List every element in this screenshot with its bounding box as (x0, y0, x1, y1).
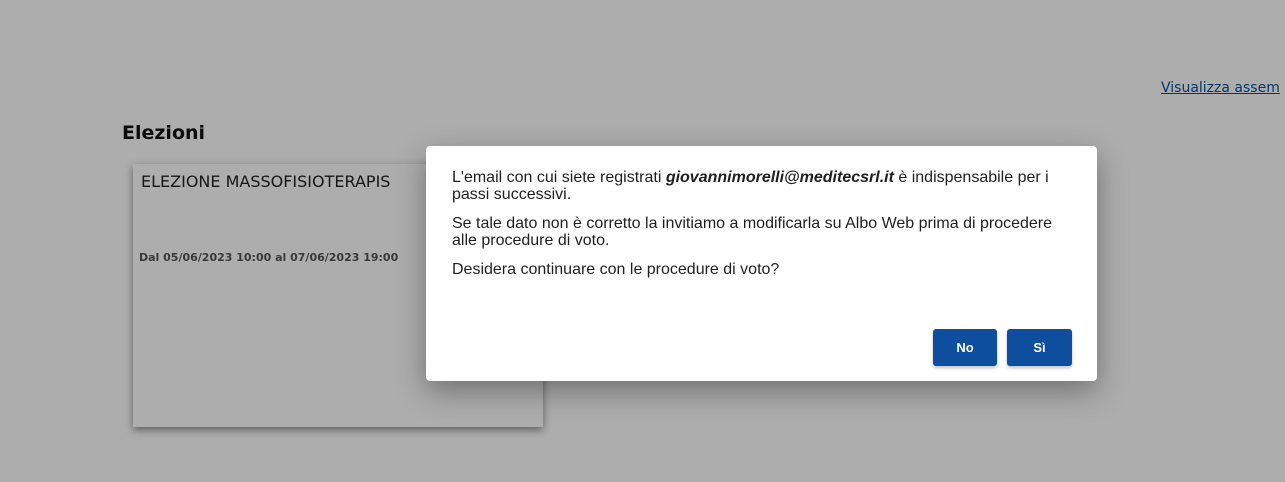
dialog-body: L'email con cui siete registrati giovann… (452, 169, 1072, 290)
yes-button[interactable]: Sì (1007, 329, 1072, 366)
dialog-paragraph-email: L'email con cui siete registrati giovann… (452, 169, 1072, 203)
no-button[interactable]: No (933, 329, 997, 366)
confirm-dialog: L'email con cui siete registrati giovann… (426, 146, 1097, 381)
dialog-paragraph-question: Desidera continuare con le procedure di … (452, 261, 780, 278)
dialog-paragraph-warning: Se tale dato non è corretto la invitiamo… (452, 215, 1053, 249)
dialog-text-before-email: L'email con cui siete registrati (452, 169, 666, 186)
registered-email: giovannimorelli@meditecsrl.it (665, 169, 894, 186)
